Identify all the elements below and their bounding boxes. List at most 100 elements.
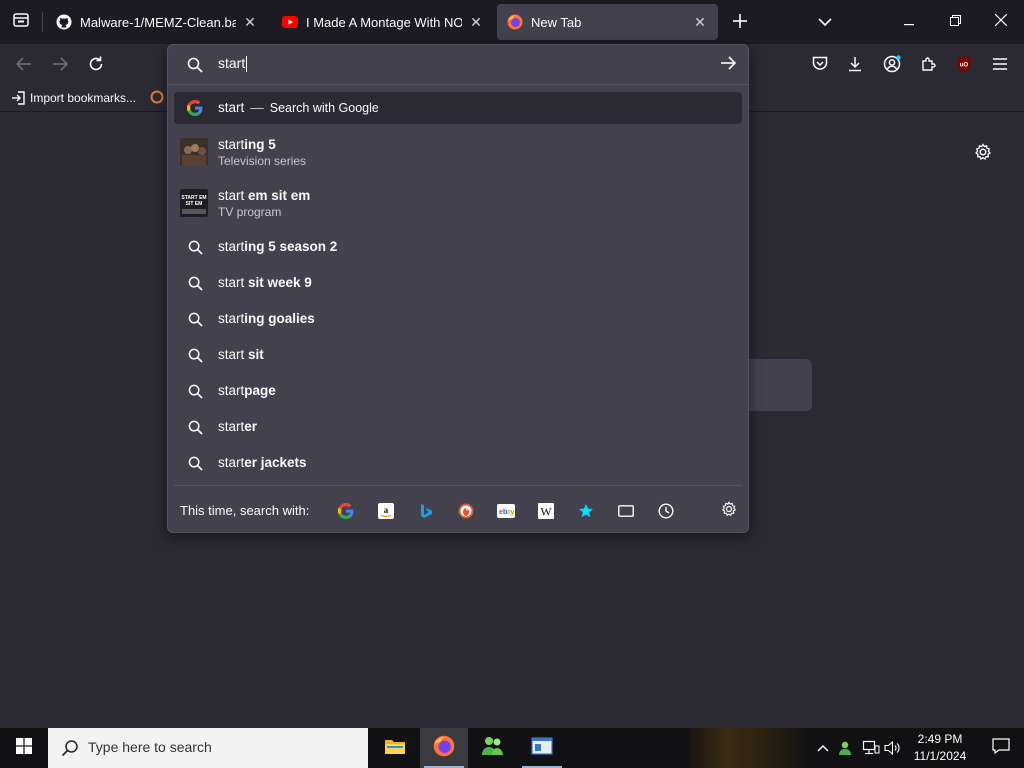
- duckduckgo-icon[interactable]: [454, 499, 478, 523]
- result-text: start em sit em: [218, 188, 311, 203]
- ebay-icon[interactable]: ebay: [494, 499, 518, 523]
- search-icon: [186, 418, 204, 436]
- urlbar-typed-text: start: [218, 55, 246, 71]
- back-button[interactable]: [10, 52, 38, 80]
- result-rich-entity[interactable]: START EM SIT EM start em sit em TV progra…: [174, 181, 742, 225]
- go-button[interactable]: [718, 55, 738, 75]
- tab-github[interactable]: Malware-1/MEMZ-Clean.bat at ✕: [46, 4, 268, 40]
- urlbar-input[interactable]: start: [218, 55, 698, 75]
- tabs-icon[interactable]: [614, 499, 638, 523]
- new-tab-button[interactable]: [726, 8, 754, 36]
- tab-separator: [42, 12, 43, 32]
- firefox-icon: [507, 14, 523, 30]
- volume-icon[interactable]: [883, 738, 903, 758]
- result-text: starting 5: [218, 137, 276, 152]
- back-arrow-icon: [15, 56, 32, 76]
- svg-text:a: a: [384, 505, 389, 515]
- result-search-suggestion[interactable]: starting goalies: [174, 303, 742, 335]
- app-menu-button[interactable]: [986, 52, 1014, 80]
- taskbar-search-box[interactable]: Type here to search: [48, 728, 368, 768]
- hamburger-menu-icon: [993, 57, 1007, 75]
- amazon-icon[interactable]: a: [374, 499, 398, 523]
- ublock-origin-button[interactable]: uO: [950, 52, 978, 80]
- file-explorer-button[interactable]: [371, 728, 419, 768]
- downloads-button[interactable]: [841, 52, 869, 80]
- search-with-label: This time, search with:: [180, 503, 310, 518]
- tab-strip: Malware-1/MEMZ-Clean.bat at ✕ I Made A M…: [0, 0, 1024, 44]
- puzzle-icon: [920, 56, 936, 77]
- minimize-button[interactable]: [886, 0, 932, 44]
- action-center-button[interactable]: [978, 728, 1024, 768]
- reload-icon: [88, 56, 104, 77]
- reload-button[interactable]: [82, 52, 110, 80]
- result-search-suggestion[interactable]: startpage: [174, 375, 742, 407]
- text-caret: [246, 56, 248, 73]
- people-tray-icon[interactable]: [837, 738, 857, 758]
- forward-arrow-icon: [52, 56, 69, 76]
- ublock-origin-icon: uO: [956, 56, 972, 77]
- search-placeholder: Type here to search: [88, 739, 212, 755]
- result-search-suggestion[interactable]: start sit week 9: [174, 267, 742, 299]
- chevron-down-icon: [818, 13, 832, 31]
- restore-button[interactable]: [932, 0, 978, 44]
- close-icon[interactable]: ✕: [242, 14, 258, 30]
- result-search-suggestion[interactable]: starting 5 season 2: [174, 231, 742, 263]
- close-icon[interactable]: ✕: [692, 14, 708, 30]
- notification-icon: [992, 737, 1010, 759]
- personalize-new-tab-button[interactable]: [972, 142, 994, 165]
- google-icon: [186, 99, 204, 117]
- firefox-view-button[interactable]: [0, 0, 42, 44]
- list-all-tabs-button[interactable]: [802, 0, 848, 44]
- result-search-with-google[interactable]: start — Search with Google: [174, 92, 742, 124]
- search-settings-button[interactable]: [717, 499, 741, 523]
- divider: [174, 485, 742, 486]
- wikipedia-icon[interactable]: W: [534, 499, 558, 523]
- people-app-button[interactable]: [469, 728, 517, 768]
- search-icon: [186, 56, 204, 74]
- tab-new-tab[interactable]: New Tab ✕: [497, 4, 718, 40]
- search-icon: [60, 738, 80, 758]
- clock-date: 11/1/2024: [913, 749, 967, 763]
- minimize-icon: [904, 13, 914, 31]
- extensions-button[interactable]: [914, 52, 942, 80]
- tab-youtube[interactable]: I Made A Montage With NO SO ✕: [272, 4, 494, 40]
- urlbar-input-row: start: [168, 45, 748, 85]
- account-icon: [883, 54, 901, 78]
- result-search-suggestion[interactable]: start sit: [174, 339, 742, 371]
- bookmarks-star-icon[interactable]: [574, 499, 598, 523]
- notepad-window-button[interactable]: [518, 728, 566, 768]
- gear-icon: [721, 500, 737, 522]
- pocket-icon: [812, 56, 828, 76]
- account-button[interactable]: [878, 52, 906, 80]
- chevron-up-icon[interactable]: [813, 738, 833, 758]
- result-search-suggestion[interactable]: starter: [174, 411, 742, 443]
- tab-title: I Made A Montage With NO SO: [306, 14, 462, 30]
- firefox-taskbar-button[interactable]: [420, 728, 468, 768]
- import-bookmarks-button[interactable]: Import bookmarks...: [10, 90, 136, 106]
- search-icon: [186, 346, 204, 364]
- svg-text:y: y: [511, 509, 515, 516]
- search-icon: [186, 454, 204, 472]
- start-button[interactable]: [0, 728, 48, 768]
- close-icon[interactable]: ✕: [468, 14, 484, 30]
- result-rich-entity[interactable]: starting 5 Television series: [174, 130, 742, 174]
- result-search-suggestion[interactable]: starter jackets: [174, 447, 742, 479]
- close-window-button[interactable]: [978, 0, 1024, 44]
- windows-logo-icon: [16, 737, 32, 759]
- result-text: starting 5 season 2: [218, 239, 338, 254]
- history-icon[interactable]: [654, 499, 678, 523]
- google-icon[interactable]: [334, 499, 358, 523]
- people-icon: [481, 735, 505, 762]
- github-icon: [56, 14, 72, 30]
- pocket-button[interactable]: [806, 52, 834, 80]
- import-icon: [10, 90, 26, 106]
- folder-icon: [384, 737, 406, 760]
- windows-taskbar: Type here to search 2:49 PM 11/1/2024: [0, 728, 1024, 768]
- network-icon[interactable]: [861, 738, 881, 758]
- search-icon: [186, 310, 204, 328]
- window-app-icon: [531, 736, 553, 760]
- forward-button[interactable]: [46, 52, 74, 80]
- close-icon: [994, 13, 1008, 31]
- taskbar-clock[interactable]: 2:49 PM 11/1/2024: [906, 731, 974, 765]
- bing-icon[interactable]: [414, 499, 438, 523]
